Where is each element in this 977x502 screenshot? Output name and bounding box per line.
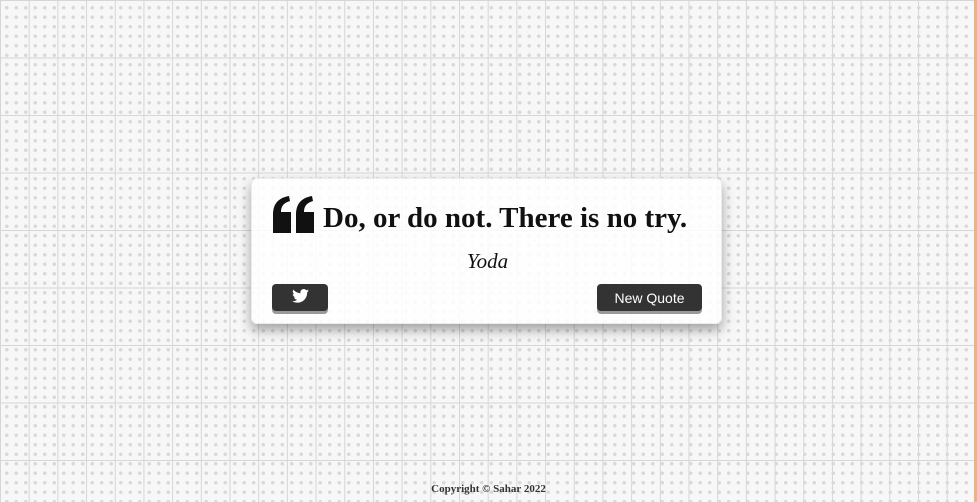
quote-text: Do, or do not. There is no try. (323, 201, 688, 234)
footer-copyright: Copyright © Sahar 2022 (431, 483, 546, 495)
new-quote-button[interactable]: New Quote (597, 284, 702, 311)
quote-row: Do, or do not. There is no try. (271, 193, 711, 237)
tweet-button[interactable] (272, 284, 328, 311)
quote-author: Yoda (466, 249, 509, 273)
quote-left-icon (271, 195, 317, 235)
twitter-icon (291, 289, 309, 306)
quote-box: Do, or do not. There is no try. Yoda New… (251, 178, 722, 324)
